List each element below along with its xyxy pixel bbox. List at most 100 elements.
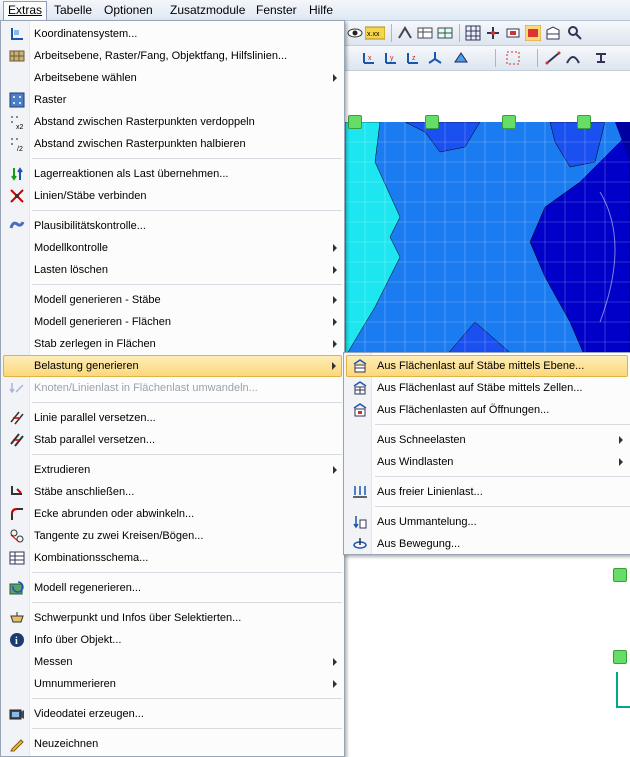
svg-text:y: y [390,55,394,62]
grid-snap-icon [9,50,25,62]
menu-item-coordinate-system[interactable]: Koordinatensystem... [3,23,342,45]
menu-extras[interactable]: Extras [3,1,48,20]
menu-item-generate-members[interactable]: Modell generieren - Stäbe [3,289,342,311]
submenu-arrow-icon [332,362,336,370]
video-file-icon [9,709,24,720]
menu-optionen[interactable]: Optionen [100,2,157,18]
menu-item-grid-half[interactable]: /2 Abstand zwischen Rasterpunkten halbie… [3,133,342,155]
support-node[interactable] [425,115,439,129]
support-node[interactable] [577,115,591,129]
menu-item-offset-line[interactable]: Linie parallel versetzen... [3,407,342,429]
submenu-item-encasement[interactable]: Aus Ummantelung... [346,511,628,533]
connect-lines-icon [10,189,24,203]
submenu-item-area-load-plane[interactable]: Aus Flächenlast auf Stäbe mittels Ebene.… [346,355,628,377]
support-node[interactable] [348,115,362,129]
submenu-item-free-line-load[interactable]: Aus freier Linienlast... [346,481,628,503]
mesh-icon[interactable] [465,25,481,41]
menu-fenster[interactable]: Fenster [252,2,301,18]
center-of-gravity-icon [10,612,24,623]
menu-separator [32,158,342,159]
submenu-item-snow-loads[interactable]: Aus Schneelasten [346,429,628,451]
menu-item-grid[interactable]: Raster [3,89,342,111]
submenu-arrow-icon [333,74,337,82]
svg-text:x: x [368,55,372,62]
active-view-icon[interactable] [525,25,541,41]
toolbar-separator [495,49,496,67]
menu-separator [375,506,630,507]
search-model-icon[interactable] [567,25,583,41]
menu-item-round-corner[interactable]: Ecke abrunden oder abwinkeln... [3,503,342,525]
submenu-arrow-icon [333,266,337,274]
building-icon[interactable] [545,25,561,41]
connect-members-icon [11,486,22,495]
area-load-plane-icon [353,359,367,373]
axis-z-icon[interactable]: z [405,50,421,66]
toolbar-separator [391,24,392,42]
menu-item-split-member-surfaces[interactable]: Stab zerlegen in Flächen [3,333,342,355]
grid-double-icon: x2 [11,116,24,130]
select-window-icon[interactable] [505,50,521,66]
menu-item-support-reactions[interactable]: Lagerreaktionen als Last übernehmen... [3,163,342,185]
coordinate-system-icon [11,28,23,40]
menu-item-redraw[interactable]: Neuzeichnen [3,733,342,755]
submenu-arrow-icon [333,244,337,252]
menu-hilfe[interactable]: Hilfe [305,2,337,18]
menu-item-extrude[interactable]: Extrudieren [3,459,342,481]
menu-item-connect-lines[interactable]: Linien/Stäbe verbinden [3,185,342,207]
menu-item-combination-scheme[interactable]: Kombinationsschema... [3,547,342,569]
menu-item-center-of-gravity[interactable]: Schwerpunkt und Infos über Selektierten.… [3,607,342,629]
support-node[interactable] [613,650,627,664]
menu-item-regenerate-model[interactable]: Modell regenerieren... [3,577,342,599]
generate-loads-submenu: Aus Flächenlast auf Stäbe mittels Ebene.… [343,352,630,555]
menu-item-connect-members[interactable]: Stäbe anschließen... [3,481,342,503]
submenu-item-motion[interactable]: Aus Bewegung... [346,533,628,555]
motion-icon [353,538,367,549]
menu-item-grid-double[interactable]: x2 Abstand zwischen Rasterpunkten verdop… [3,111,342,133]
support-node[interactable] [502,115,516,129]
menu-separator [32,210,342,211]
arc-member-icon[interactable] [565,50,581,66]
node-grid-icon[interactable] [485,25,501,41]
menu-separator [32,402,342,403]
menu-item-model-check[interactable]: Modellkontrolle [3,237,342,259]
menu-item-generate-loads[interactable]: Belastung generieren [3,355,342,377]
toolbar-separator [537,49,538,67]
menu-item-select-work-plane[interactable]: Arbeitsebene wählen [3,67,342,89]
menu-separator [32,728,342,729]
offset-member-icon [10,433,24,447]
free-line-load-icon [353,486,367,498]
axis-x-icon[interactable]: x [361,50,377,66]
menu-item-measure[interactable]: Messen [3,651,342,673]
redraw-pencil-icon [10,739,24,752]
submenu-item-wind-loads[interactable]: Aus Windlasten [346,451,628,473]
number-format-icon[interactable]: x.xx [365,25,385,41]
combination-scheme-icon [9,551,25,565]
svg-text:x.xx: x.xx [367,31,380,38]
table-tool-icon[interactable] [417,25,433,41]
menu-tabelle[interactable]: Tabelle [50,2,96,18]
menu-zusatzmodule[interactable]: Zusatzmodule [166,2,249,18]
menu-item-plausibility-check[interactable]: Plausibilitätskontrolle... [3,215,342,237]
view-eye-icon[interactable] [347,25,363,41]
axis-y-icon[interactable]: y [383,50,399,66]
menu-item-delete-loads[interactable]: Lasten löschen [3,259,342,281]
grid-table-icon[interactable] [437,25,453,41]
submenu-item-area-load-openings[interactable]: Aus Flächenlasten auf Öffnungen... [346,399,628,421]
surface-select-icon[interactable] [505,25,521,41]
member-tool-icon[interactable] [397,25,413,41]
menu-item-object-info[interactable]: i Info über Objekt... [3,629,342,651]
menu-item-tangent[interactable]: Tangente zu zwei Kreisen/Bögen... [3,525,342,547]
support-node[interactable] [613,568,627,582]
menu-item-generate-surfaces[interactable]: Modell generieren - Flächen [3,311,342,333]
menu-item-convert-load[interactable]: Knoten/Linienlast in Flächenlast umwande… [3,377,342,399]
menu-item-work-plane-grid[interactable]: Arbeitsebene, Raster/Fang, Objektfang, H… [3,45,342,67]
submenu-item-area-load-cells[interactable]: Aus Flächenlast auf Stäbe mittels Zellen… [346,377,628,399]
menu-item-create-video[interactable]: Videodatei erzeugen... [3,703,342,725]
render-mode-icon[interactable] [453,50,469,66]
member-line-icon[interactable] [545,50,561,66]
menu-item-offset-member[interactable]: Stab parallel versetzen... [3,429,342,451]
axis-iso-icon[interactable] [427,50,443,66]
support-tool-icon[interactable] [593,50,609,66]
submenu-arrow-icon [333,680,337,688]
menu-item-renumber[interactable]: Umnummerieren [3,673,342,695]
